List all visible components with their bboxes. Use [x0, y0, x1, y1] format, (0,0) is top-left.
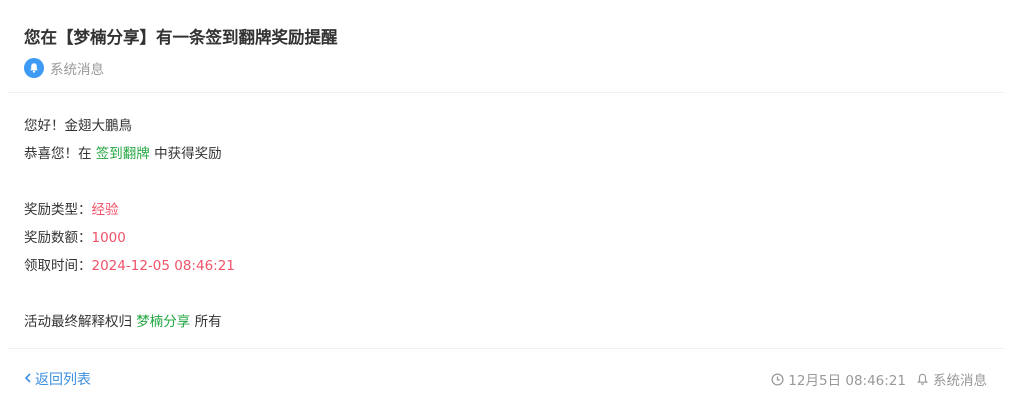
reward-amount-label: 奖励数额： — [24, 230, 92, 246]
message-footer: 返回列表 12月5日 08:46:21 系统消息 — [8, 348, 1003, 414]
message-header: 您在【梦楠分享】有一条签到翻牌奖励提醒 系统消息 — [8, 0, 1003, 93]
site-name: 梦楠分享 — [136, 314, 191, 330]
category-label: 系统消息 — [50, 62, 104, 78]
rights-line: 活动最终解释权归 梦楠分享 所有 — [24, 310, 222, 330]
footer-meta: 12月5日 08:46:21 系统消息 — [771, 369, 987, 389]
reward-type-label: 奖励类型： — [24, 202, 92, 218]
rights-prefix: 活动最终解释权归 — [24, 314, 132, 330]
back-to-list-link[interactable]: 返回列表 — [24, 369, 91, 389]
bell-icon — [24, 58, 44, 78]
message-timestamp: 12月5日 08:46:21 — [788, 373, 906, 389]
message-title: 您在【梦楠分享】有一条签到翻牌奖励提醒 — [24, 28, 338, 47]
chevron-left-icon — [24, 371, 32, 387]
claim-time-line: 领取时间：2024-12-05 08:46:21 — [24, 254, 235, 274]
message-card: 您在【梦楠分享】有一条签到翻牌奖励提醒 系统消息 您好！金翅大鵬鳥 恭喜您！在 … — [8, 0, 1003, 414]
reward-type-value: 经验 — [91, 202, 119, 218]
bell-icon — [917, 373, 928, 385]
claim-time-label: 领取时间： — [24, 258, 92, 274]
clock-icon — [771, 372, 784, 386]
reward-type-line: 奖励类型：经验 — [24, 198, 119, 218]
claim-time-value: 2024-12-05 08:46:21 — [91, 258, 235, 274]
rights-suffix: 所有 — [194, 314, 222, 330]
footer-category: 系统消息 — [933, 373, 987, 389]
reward-amount-line: 奖励数额：1000 — [24, 226, 126, 246]
congrats-prefix: 恭喜您！在 — [24, 146, 92, 162]
reward-amount-value: 1000 — [91, 230, 126, 246]
message-category: 系统消息 — [24, 58, 104, 78]
congrats-line: 恭喜您！在 签到翻牌 中获得奖励 — [24, 142, 222, 162]
activity-name: 签到翻牌 — [95, 146, 150, 162]
congrats-suffix: 中获得奖励 — [154, 146, 222, 162]
greeting-line: 您好！金翅大鵬鳥 — [24, 118, 132, 134]
back-label: 返回列表 — [35, 372, 91, 388]
